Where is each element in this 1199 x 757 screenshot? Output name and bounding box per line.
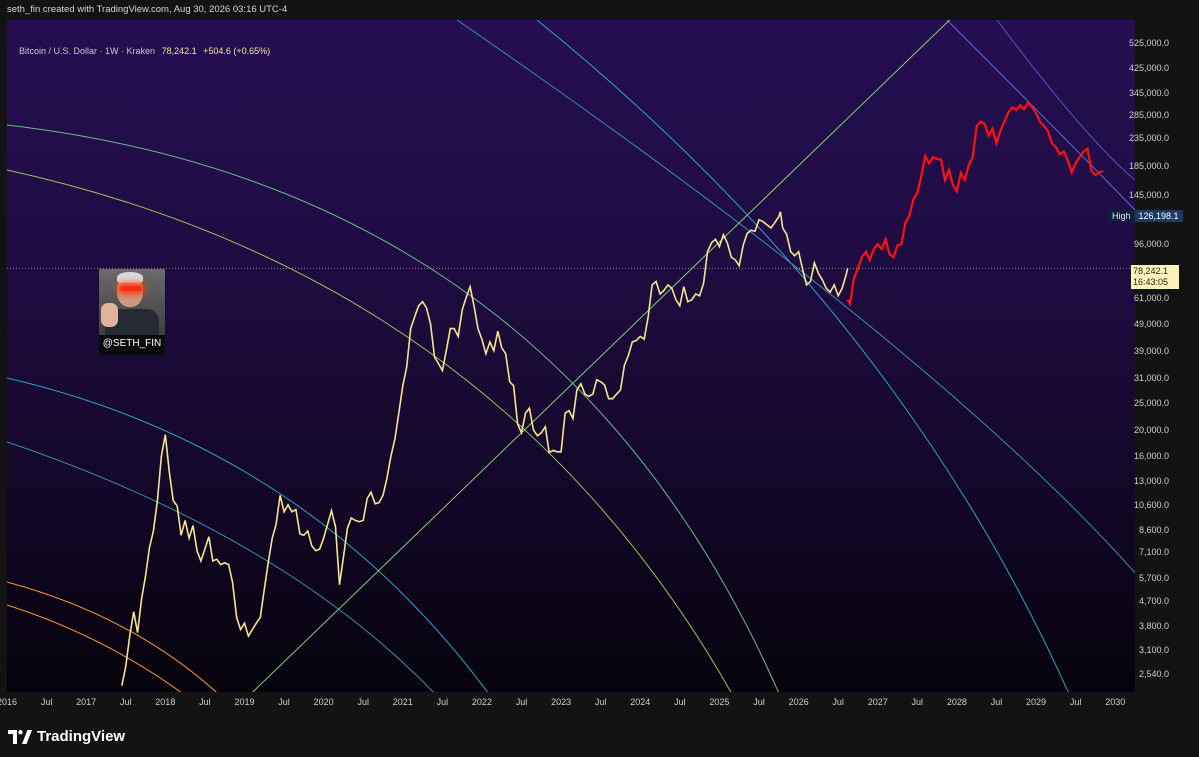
x-tick-label: 2027	[867, 697, 888, 707]
x-tick-label: Jul	[278, 697, 290, 707]
y-tick-label: 25,000.0	[1133, 398, 1169, 409]
x-tick-label: 2025	[709, 697, 730, 707]
footer-bar: TradingView	[0, 712, 1199, 757]
y-tick-label: 5,700.0	[1138, 573, 1169, 584]
x-tick-label: Jul	[436, 697, 449, 707]
x-tick-label: Jul	[832, 697, 844, 707]
raised-hand-icon	[101, 303, 118, 327]
x-tick-label: 2021	[392, 697, 413, 707]
y-tick-label: 235,000.0	[1128, 133, 1169, 144]
y-tick-label: 145,000.0	[1128, 190, 1169, 201]
current-price-tag: 78,242.1 16:43:05	[1131, 265, 1179, 289]
fan-arc-1	[456, 20, 1135, 574]
laser-eyes-icon	[120, 286, 142, 291]
y-tick-label: 185,000.0	[1128, 161, 1169, 172]
x-tick-label: Jul	[40, 697, 53, 707]
x-tick-label: 2023	[551, 697, 572, 707]
legend-change: +504.6 (+0.65%)	[203, 46, 271, 56]
y-tick-label: 96,000.0	[1133, 239, 1169, 250]
x-tick-label: 2016	[0, 697, 18, 707]
y-tick-label: 4,700.0	[1138, 596, 1169, 607]
y-tick-label: 525,000.0	[1128, 38, 1169, 48]
price-chart[interactable]	[7, 20, 1135, 712]
x-tick-label: Jul	[199, 697, 211, 707]
x-tick-label: 2018	[155, 697, 176, 707]
fan-arc-9	[946, 20, 1135, 211]
y-tick-label: 3,800.0	[1138, 621, 1169, 632]
symbol-label: Bitcoin / U.S. Dollar · 1W · Kraken	[19, 46, 156, 56]
tradingview-brand: TradingView	[37, 728, 126, 745]
bar-countdown: 16:43:05	[1133, 277, 1169, 287]
y-tick-label: 285,000.0	[1128, 110, 1169, 121]
high-tag-label: High	[1108, 209, 1135, 222]
high-price-tag: High 126,198.1	[1108, 209, 1183, 222]
x-tick-label: 2022	[471, 697, 492, 707]
y-tick-label: 49,000.0	[1133, 318, 1169, 329]
avatar-photo	[99, 269, 165, 335]
x-tick-label: 2029	[1026, 697, 1047, 707]
chart-area[interactable]: Bitcoin / U.S. Dollar · 1W · Kraken 78,2…	[7, 20, 1135, 712]
x-tick-label: 2026	[788, 697, 809, 707]
price-axis[interactable]: 525,000.0 425,000.0 345,000.0 285,000.0 235,…	[1129, 20, 1199, 712]
x-tick-label: Jul	[515, 697, 528, 707]
x-tick-label: 2020	[313, 697, 334, 707]
x-tick-label: 2030	[1105, 697, 1126, 707]
y-tick-label: 2,540.0	[1138, 669, 1169, 679]
y-tick-label: 7,100.0	[1138, 547, 1169, 558]
y-tick-label: 3,100.0	[1138, 645, 1169, 656]
high-tag-value: 126,198.1	[1134, 209, 1183, 222]
x-tick-label: Jul	[990, 697, 1003, 707]
trend-diagonal-line	[231, 20, 951, 712]
x-tick-label: Jul	[594, 697, 607, 707]
x-tick-label: Jul	[119, 697, 132, 707]
historical-price-series	[121, 211, 849, 686]
y-tick-label: 345,000.0	[1128, 87, 1169, 98]
y-tick-label: 16,000.0	[1133, 451, 1169, 462]
fan-arc-3	[7, 124, 788, 712]
attribution-text: seth_fin created with TradingView.com, A…	[7, 4, 288, 15]
x-tick-label: Jul	[1069, 697, 1082, 707]
x-tick-label: 2024	[630, 697, 651, 707]
author-avatar: @SETH_FIN	[99, 269, 165, 355]
y-tick-label: 8,600.0	[1138, 524, 1169, 535]
x-tick-label: Jul	[674, 697, 686, 707]
tradingview-logo[interactable]: TradingView	[8, 728, 125, 745]
x-tick-label: 2017	[76, 697, 97, 707]
y-tick-label: 425,000.0	[1128, 63, 1169, 73]
time-axis[interactable]: 2016 Jul 2017 Jul 2018 Jul 2019 Jul 2020 Jul 2021 J…	[0, 692, 1135, 712]
symbol-legend: Bitcoin / U.S. Dollar · 1W · Kraken 78,2…	[19, 46, 270, 56]
y-tick-label: 20,000.0	[1133, 424, 1169, 435]
x-tick-label: Jul	[911, 697, 924, 707]
projected-price-series	[846, 100, 1104, 307]
tradingview-logo-icon	[8, 729, 32, 744]
y-tick-label: 31,000.0	[1133, 372, 1169, 383]
y-tick-label: 39,000.0	[1133, 345, 1169, 356]
x-tick-label: Jul	[753, 697, 765, 707]
avatar-handle: @SETH_FIN	[102, 338, 162, 349]
x-tick-label: 2028	[946, 697, 967, 707]
y-tick-label: 10,600.0	[1133, 499, 1169, 510]
top-bar: seth_fin created with TradingView.com, A…	[0, 0, 1199, 20]
fibonacci-fan-arcs	[7, 20, 1135, 712]
fan-arc-2	[536, 20, 1078, 712]
current-price-value: 78,242.1	[1133, 266, 1169, 276]
fan-arc-5	[7, 377, 503, 712]
y-tick-label: 61,000.0	[1133, 292, 1169, 303]
y-tick-label: 13,000.0	[1133, 475, 1169, 486]
legend-price: 78,242.1	[161, 46, 197, 56]
fan-arc-4	[7, 169, 743, 712]
x-tick-label: 2019	[234, 697, 255, 707]
x-tick-label: Jul	[357, 697, 369, 707]
